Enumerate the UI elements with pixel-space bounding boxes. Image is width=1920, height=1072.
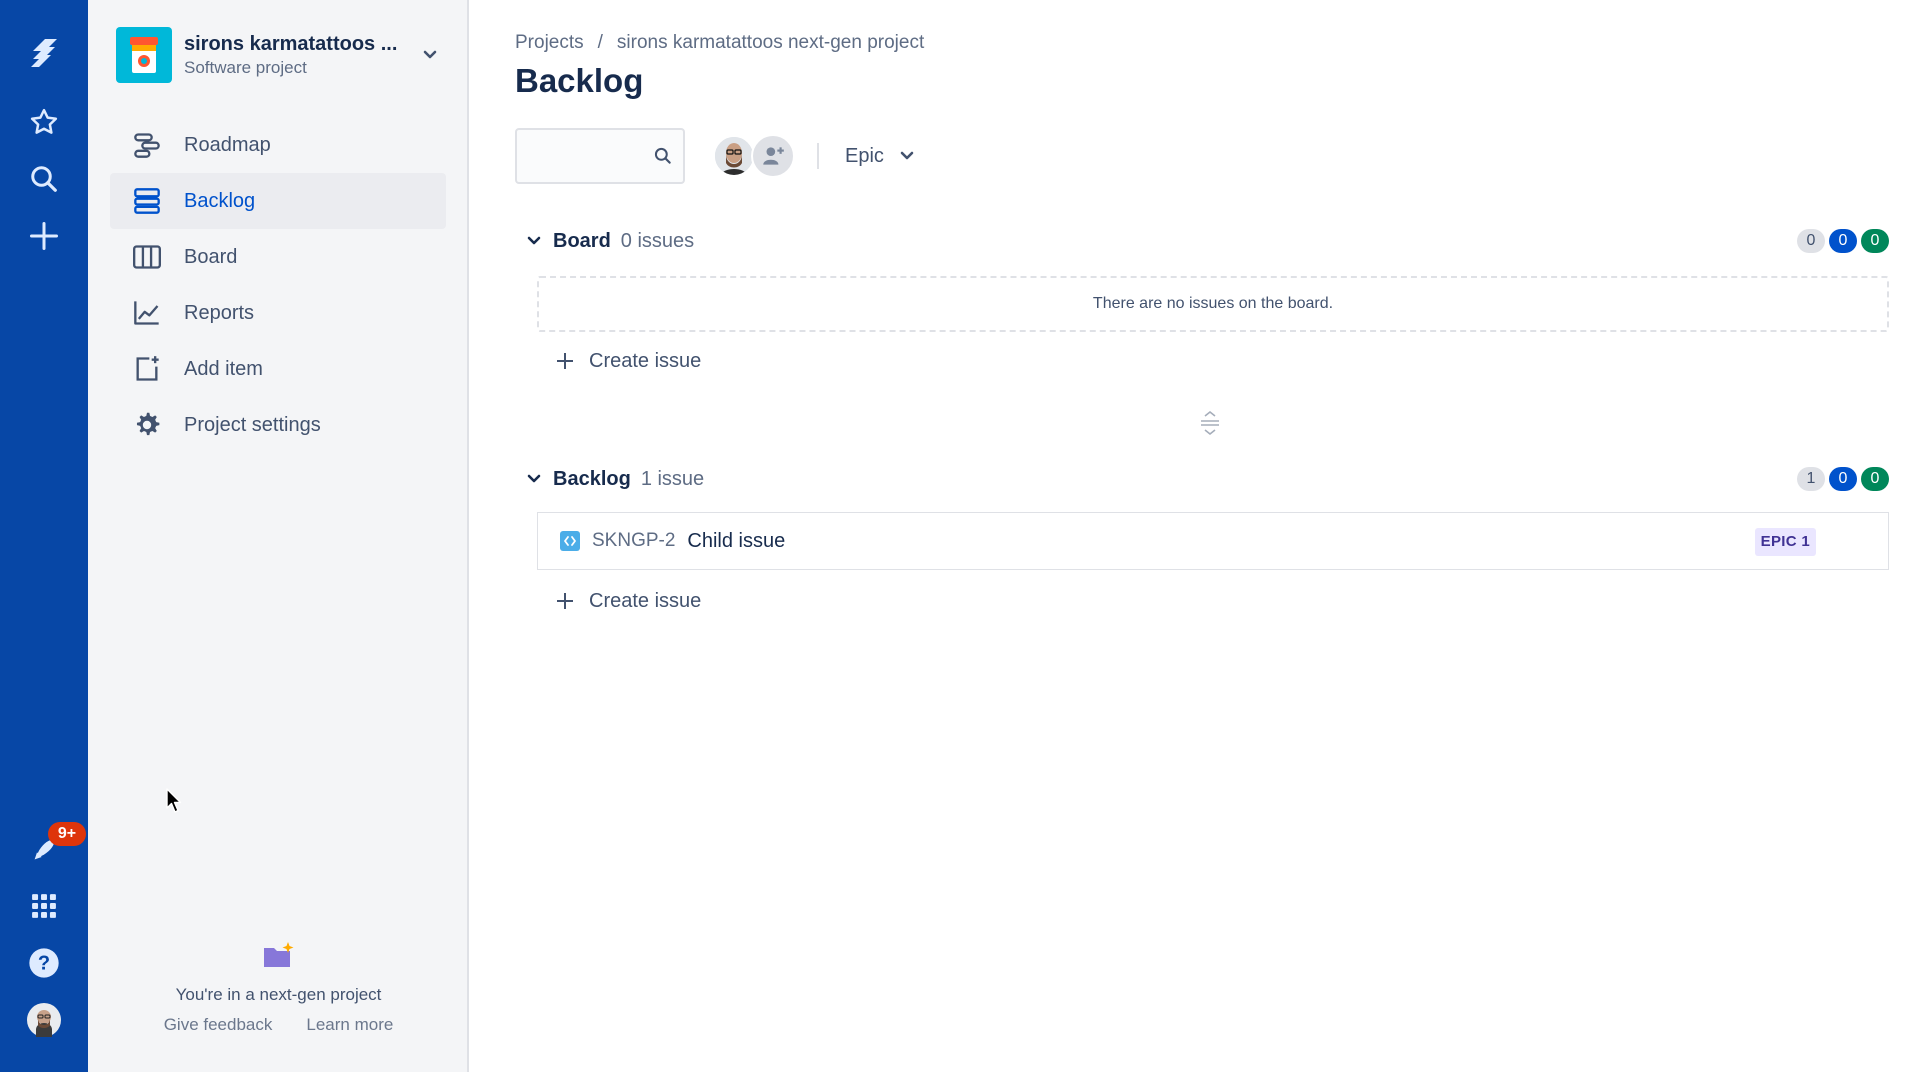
- next-gen-footer: You're in a next-gen project Give feedba…: [88, 940, 469, 1035]
- sidebar-item-label: Add item: [184, 357, 263, 380]
- issue-row[interactable]: SKNGP-2 Child issue EPIC 1: [537, 512, 1889, 570]
- svg-text:?: ?: [38, 953, 50, 975]
- project-header[interactable]: sirons karmatattoos ... Software project: [116, 26, 446, 84]
- search-field[interactable]: [515, 128, 685, 184]
- plus-icon: [555, 591, 575, 611]
- backlog-create-issue-button[interactable]: Create issue: [555, 586, 701, 616]
- sidebar-item-label: Backlog: [184, 189, 256, 212]
- sidebar-item-project-settings[interactable]: Project settings: [110, 397, 446, 453]
- jira-logo-icon[interactable]: [22, 32, 66, 76]
- project-avatar-icon: [116, 27, 172, 83]
- search-icon[interactable]: [22, 157, 66, 201]
- global-navigation: 9+ ?: [0, 0, 88, 1072]
- page-title: Backlog: [515, 62, 644, 99]
- create-plus-icon[interactable]: [22, 214, 66, 258]
- chevron-down-icon[interactable]: [527, 236, 547, 246]
- board-issue-count: 0 issues: [620, 229, 695, 252]
- todo-count-badge: 0: [1797, 229, 1825, 253]
- breadcrumb: Projects / sirons karmatattoos next-gen …: [515, 32, 924, 54]
- user-avatar[interactable]: [22, 998, 66, 1042]
- board-status-badges: 0 0 0: [1797, 229, 1889, 253]
- chevron-down-icon: [900, 151, 914, 160]
- subtask-type-icon: [560, 531, 580, 551]
- roadmap-icon: [130, 128, 164, 162]
- epic-lozenge[interactable]: EPIC 1: [1754, 528, 1816, 556]
- backlog-icon: [130, 184, 164, 218]
- done-count-badge: 0: [1861, 467, 1889, 491]
- project-name: sirons karmatattoos ...: [184, 32, 398, 55]
- folder-sparkle-icon: [263, 942, 293, 967]
- sidebar-item-add-item[interactable]: Add item: [110, 341, 446, 397]
- main-content: Projects / sirons karmatattoos next-gen …: [471, 0, 1920, 1072]
- project-sidebar: sirons karmatattoos ... Software project…: [88, 0, 469, 1072]
- help-icon[interactable]: ?: [22, 941, 66, 985]
- in-progress-count-badge: 0: [1829, 229, 1857, 253]
- backlog-section-title: Backlog: [553, 467, 631, 490]
- search-icon: [653, 146, 673, 171]
- backlog-section-header[interactable]: Backlog 1 issue 1 0 0: [527, 464, 1889, 494]
- sidebar-nav: Roadmap Backlog Board Reports Add item P…: [110, 117, 446, 453]
- sidebar-item-label: Board: [184, 245, 238, 268]
- issue-key[interactable]: SKNGP-2: [592, 530, 675, 552]
- mouse-cursor-icon: [166, 788, 182, 813]
- chevron-down-icon[interactable]: [527, 474, 547, 484]
- section-resize-handle-icon[interactable]: [1199, 410, 1221, 441]
- next-gen-message: You're in a next-gen project: [175, 985, 382, 1004]
- sidebar-item-label: Roadmap: [184, 133, 271, 156]
- empty-board-placeholder: There are no issues on the board.: [537, 276, 1889, 332]
- star-icon[interactable]: [22, 100, 66, 144]
- sidebar-item-label: Project settings: [184, 413, 321, 436]
- search-input[interactable]: [517, 130, 647, 182]
- app-root: 9+ ? sirons karmatattoos ... Software pr…: [0, 0, 1920, 1072]
- board-section-header[interactable]: Board 0 issues 0 0 0: [527, 226, 1889, 256]
- add-people-icon[interactable]: [751, 134, 795, 178]
- todo-count-badge: 1: [1797, 467, 1825, 491]
- reports-icon: [130, 296, 164, 330]
- create-issue-label: Create issue: [589, 349, 702, 372]
- notification-badge: 9+: [48, 822, 86, 846]
- backlog-toolbar: Epic: [515, 128, 914, 184]
- chevron-down-icon[interactable]: [414, 39, 446, 71]
- epic-filter-dropdown[interactable]: Epic: [845, 145, 914, 168]
- learn-more-link[interactable]: Learn more: [306, 1015, 393, 1035]
- breadcrumb-projects[interactable]: Projects: [515, 32, 584, 54]
- assignee-avatar[interactable]: [713, 135, 755, 177]
- project-type: Software project: [184, 57, 307, 77]
- backlog-status-badges: 1 0 0: [1797, 467, 1889, 491]
- board-create-issue-button[interactable]: Create issue: [555, 346, 701, 376]
- sidebar-item-board[interactable]: Board: [110, 229, 446, 285]
- epic-filter-label: Epic: [845, 144, 884, 167]
- breadcrumb-separator: /: [597, 32, 603, 53]
- gear-icon: [130, 408, 164, 442]
- backlog-issue-count: 1 issue: [640, 467, 705, 490]
- app-switcher-icon[interactable]: [22, 884, 66, 928]
- issue-summary: Child issue: [687, 529, 786, 552]
- sidebar-item-label: Reports: [184, 301, 255, 324]
- done-count-badge: 0: [1861, 229, 1889, 253]
- in-progress-count-badge: 0: [1829, 467, 1857, 491]
- plus-icon: [555, 351, 575, 371]
- sidebar-item-reports[interactable]: Reports: [110, 285, 446, 341]
- give-feedback-link[interactable]: Give feedback: [164, 1015, 273, 1035]
- create-issue-label: Create issue: [589, 589, 702, 612]
- board-icon: [130, 240, 164, 274]
- breadcrumb-project[interactable]: sirons karmatattoos next-gen project: [617, 32, 924, 54]
- sidebar-item-roadmap[interactable]: Roadmap: [110, 117, 446, 173]
- toolbar-divider: [817, 143, 819, 169]
- sidebar-item-backlog[interactable]: Backlog: [110, 173, 446, 229]
- board-section-title: Board: [553, 229, 611, 252]
- add-item-icon: [130, 352, 164, 386]
